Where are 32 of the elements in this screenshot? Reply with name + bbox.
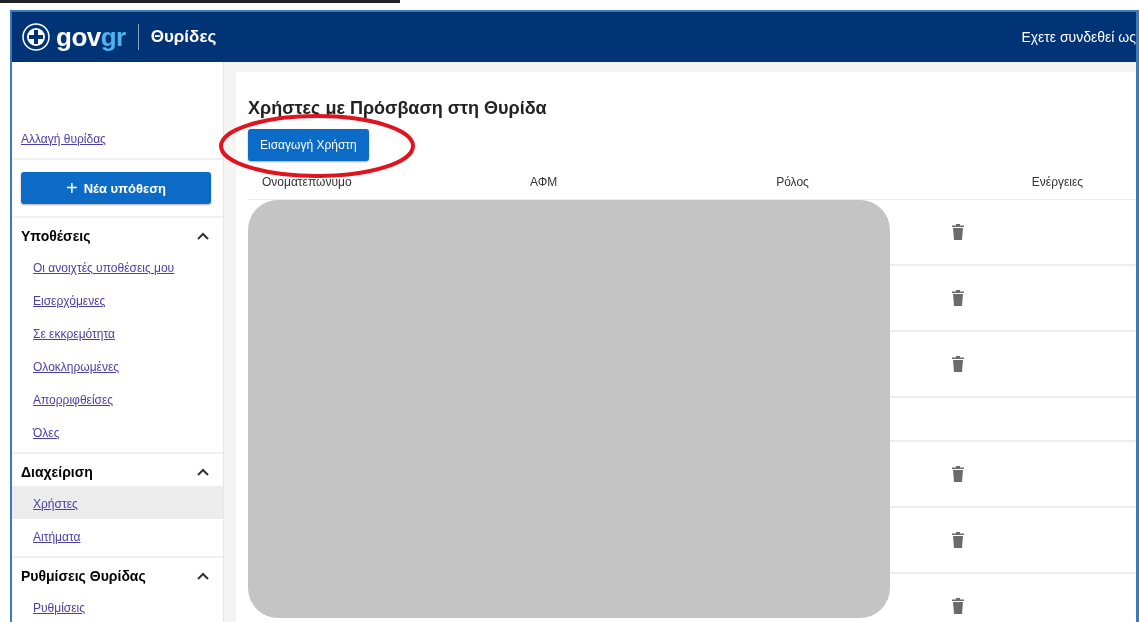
nav-link[interactable]: Ολοκληρωμένες — [33, 360, 120, 374]
delete-icon[interactable] — [951, 224, 964, 240]
emblem-icon — [22, 23, 50, 51]
nav-link[interactable]: Αιτήματα — [33, 530, 81, 544]
delete-icon[interactable] — [951, 466, 964, 482]
nav-link[interactable]: Όλες — [33, 426, 60, 440]
logo[interactable]: govgr — [56, 24, 126, 50]
delete-icon[interactable] — [951, 290, 964, 306]
nav-link[interactable]: Σε εκκρεμότητα — [33, 327, 115, 341]
switch-link[interactable]: Αλλαγή θυρίδας — [21, 132, 106, 146]
chevron-icon[interactable] — [197, 232, 209, 240]
nav-link[interactable]: Χρήστες — [33, 497, 78, 511]
delete-icon[interactable] — [951, 598, 964, 614]
nav-link[interactable]: Ρυθμίσεις — [33, 601, 86, 615]
column-header: Ονοματεπώνυμο — [261, 175, 353, 189]
add-user-button[interactable]: Εισαγωγή Χρήστη — [248, 129, 369, 161]
column-header: Ρόλος — [775, 175, 810, 189]
user-status-text: Εχετε συνδεθεί ως — [1021, 29, 1136, 45]
nav-link[interactable]: Εισερχόμενες — [33, 294, 106, 308]
chevron-icon[interactable] — [197, 468, 209, 476]
section-title: Υποθέσεις — [21, 228, 91, 244]
nav-link[interactable]: Απορριφθείσες — [33, 393, 114, 407]
chevron-icon[interactable] — [197, 572, 209, 580]
nav-link[interactable]: Οι ανοιχτές υποθέσεις μου — [33, 261, 175, 275]
column-header: Ενέργειες — [1030, 175, 1085, 189]
section-title: Ρυθμίσεις Θυρίδας — [21, 568, 146, 584]
section-title: Διαχείριση — [21, 464, 93, 480]
delete-icon[interactable] — [951, 532, 964, 548]
new-case-button[interactable]: + Νέα υπόθεση — [21, 172, 211, 204]
delete-icon[interactable] — [951, 356, 964, 372]
app-title: Θυρίδες — [150, 27, 217, 47]
column-header: ΑΦΜ — [529, 175, 559, 189]
